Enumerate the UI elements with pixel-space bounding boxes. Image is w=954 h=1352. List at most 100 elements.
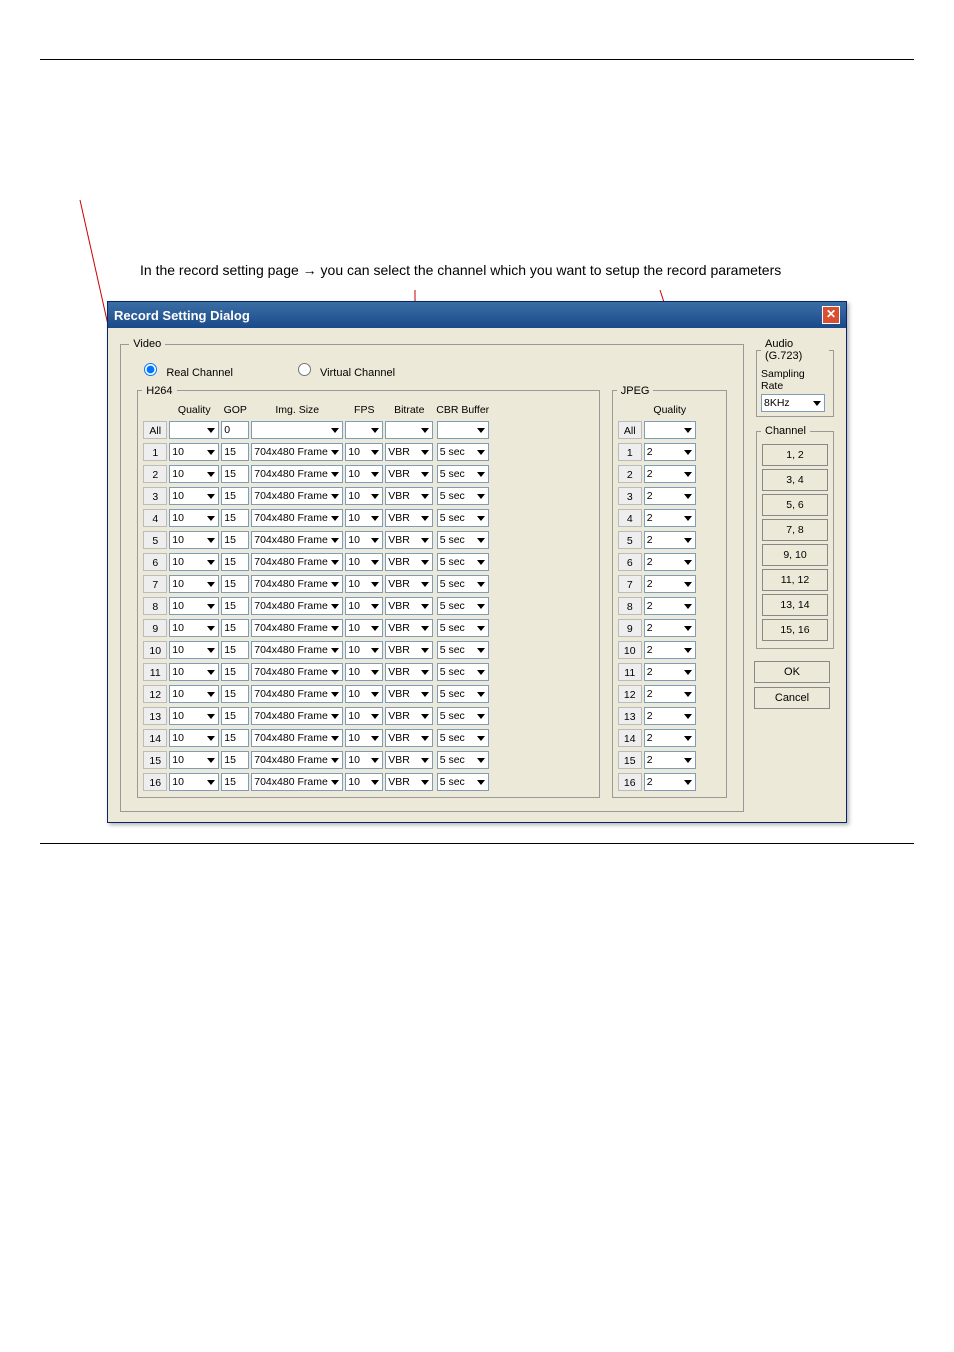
imgsize-select[interactable]: 704x480 Frame [251, 531, 343, 549]
jpeg-quality-select[interactable]: 2 [644, 641, 696, 659]
bitrate-select[interactable]: VBR [385, 575, 433, 593]
bitrate-select[interactable] [385, 421, 433, 439]
imgsize-select[interactable]: 704x480 Frame [251, 597, 343, 615]
channel-pair-button[interactable]: 15, 16 [762, 619, 828, 641]
channel-pair-button[interactable]: 13, 14 [762, 594, 828, 616]
fps-select[interactable] [345, 421, 383, 439]
gop-input[interactable] [221, 641, 249, 659]
channel-pair-button[interactable]: 7, 8 [762, 519, 828, 541]
cbr-select[interactable] [437, 421, 489, 439]
gop-input[interactable] [221, 751, 249, 769]
gop-input[interactable] [221, 707, 249, 725]
virtual-channel-radio[interactable] [298, 363, 311, 376]
bitrate-select[interactable]: VBR [385, 443, 433, 461]
jpeg-quality-select[interactable]: 2 [644, 619, 696, 637]
fps-select[interactable]: 10 [345, 773, 383, 791]
imgsize-select[interactable]: 704x480 Frame [251, 619, 343, 637]
fps-select[interactable]: 10 [345, 487, 383, 505]
gop-input[interactable] [221, 575, 249, 593]
fps-select[interactable]: 10 [345, 465, 383, 483]
imgsize-select[interactable]: 704x480 Frame [251, 751, 343, 769]
cbr-select[interactable]: 5 sec [437, 773, 489, 791]
cbr-select[interactable]: 5 sec [437, 553, 489, 571]
cbr-select[interactable]: 5 sec [437, 487, 489, 505]
cbr-select[interactable]: 5 sec [437, 509, 489, 527]
bitrate-select[interactable]: VBR [385, 729, 433, 747]
jpeg-quality-select[interactable]: 2 [644, 531, 696, 549]
fps-select[interactable]: 10 [345, 685, 383, 703]
imgsize-select[interactable]: 704x480 Frame [251, 465, 343, 483]
jpeg-quality-select[interactable]: 2 [644, 443, 696, 461]
gop-input[interactable] [221, 531, 249, 549]
sampling-rate-select[interactable]: 8KHz [761, 394, 825, 412]
fps-select[interactable]: 10 [345, 443, 383, 461]
bitrate-select[interactable]: VBR [385, 773, 433, 791]
imgsize-select[interactable]: 704x480 Frame [251, 707, 343, 725]
bitrate-select[interactable]: VBR [385, 663, 433, 681]
quality-select[interactable]: 10 [169, 531, 219, 549]
fps-select[interactable]: 10 [345, 531, 383, 549]
jpeg-quality-select[interactable] [644, 421, 696, 439]
fps-select[interactable]: 10 [345, 575, 383, 593]
imgsize-select[interactable]: 704x480 Frame [251, 553, 343, 571]
jpeg-quality-select[interactable]: 2 [644, 663, 696, 681]
bitrate-select[interactable]: VBR [385, 751, 433, 769]
bitrate-select[interactable]: VBR [385, 597, 433, 615]
fps-select[interactable]: 10 [345, 663, 383, 681]
cancel-button[interactable]: Cancel [754, 687, 830, 709]
jpeg-quality-select[interactable]: 2 [644, 707, 696, 725]
channel-pair-button[interactable]: 9, 10 [762, 544, 828, 566]
quality-select[interactable]: 10 [169, 773, 219, 791]
jpeg-quality-select[interactable]: 2 [644, 729, 696, 747]
cbr-select[interactable]: 5 sec [437, 619, 489, 637]
quality-select[interactable]: 10 [169, 553, 219, 571]
quality-select[interactable]: 10 [169, 487, 219, 505]
quality-select[interactable]: 10 [169, 465, 219, 483]
jpeg-quality-select[interactable]: 2 [644, 575, 696, 593]
jpeg-quality-select[interactable]: 2 [644, 751, 696, 769]
gop-input[interactable] [221, 465, 249, 483]
quality-select[interactable]: 10 [169, 641, 219, 659]
imgsize-select[interactable]: 704x480 Frame [251, 443, 343, 461]
quality-select[interactable]: 10 [169, 443, 219, 461]
bitrate-select[interactable]: VBR [385, 487, 433, 505]
quality-select[interactable]: 10 [169, 575, 219, 593]
cbr-select[interactable]: 5 sec [437, 575, 489, 593]
imgsize-select[interactable]: 704x480 Frame [251, 685, 343, 703]
fps-select[interactable]: 10 [345, 597, 383, 615]
jpeg-quality-select[interactable]: 2 [644, 773, 696, 791]
imgsize-select[interactable] [251, 421, 343, 439]
jpeg-quality-select[interactable]: 2 [644, 465, 696, 483]
quality-select[interactable]: 10 [169, 729, 219, 747]
gop-input[interactable] [221, 773, 249, 791]
quality-select[interactable]: 10 [169, 707, 219, 725]
cbr-select[interactable]: 5 sec [437, 531, 489, 549]
bitrate-select[interactable]: VBR [385, 619, 433, 637]
jpeg-quality-select[interactable]: 2 [644, 597, 696, 615]
bitrate-select[interactable]: VBR [385, 641, 433, 659]
fps-select[interactable]: 10 [345, 553, 383, 571]
gop-input[interactable] [221, 421, 249, 439]
quality-select[interactable] [169, 421, 219, 439]
imgsize-select[interactable]: 704x480 Frame [251, 663, 343, 681]
gop-input[interactable] [221, 509, 249, 527]
fps-select[interactable]: 10 [345, 641, 383, 659]
gop-input[interactable] [221, 553, 249, 571]
gop-input[interactable] [221, 487, 249, 505]
fps-select[interactable]: 10 [345, 619, 383, 637]
gop-input[interactable] [221, 729, 249, 747]
fps-select[interactable]: 10 [345, 707, 383, 725]
cbr-select[interactable]: 5 sec [437, 729, 489, 747]
gop-input[interactable] [221, 685, 249, 703]
bitrate-select[interactable]: VBR [385, 465, 433, 483]
imgsize-select[interactable]: 704x480 Frame [251, 487, 343, 505]
jpeg-quality-select[interactable]: 2 [644, 685, 696, 703]
imgsize-select[interactable]: 704x480 Frame [251, 641, 343, 659]
imgsize-select[interactable]: 704x480 Frame [251, 729, 343, 747]
cbr-select[interactable]: 5 sec [437, 751, 489, 769]
gop-input[interactable] [221, 619, 249, 637]
imgsize-select[interactable]: 704x480 Frame [251, 575, 343, 593]
fps-select[interactable]: 10 [345, 751, 383, 769]
imgsize-select[interactable]: 704x480 Frame [251, 509, 343, 527]
quality-select[interactable]: 10 [169, 597, 219, 615]
